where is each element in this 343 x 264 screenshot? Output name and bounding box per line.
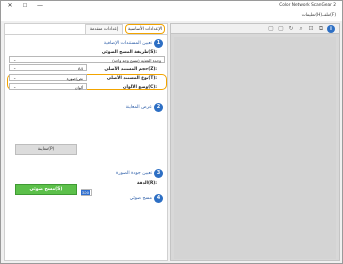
tab-basic-settings[interactable]: الإعدادات الأساسية <box>125 24 165 34</box>
section-1-label: تعيين المستندات الإضافية <box>103 40 152 46</box>
step-1-badge: 1 <box>154 38 163 48</box>
delete-icon[interactable]: ▢ <box>267 25 275 33</box>
step-3-badge: 3 <box>154 168 163 178</box>
preview-canvas[interactable] <box>174 37 336 259</box>
scangear-window: ✕ ☐ — Color Network ScanGear 2 ملف(F) تع… <box>0 0 343 264</box>
preview-toolbar: i ⧉ ⊡ ⌕ ↻ ▢ ▢ <box>171 24 339 34</box>
maximize-window-button[interactable]: ☐ <box>18 2 32 10</box>
resolution-label: الدقة(R): <box>137 181 157 186</box>
chevron-down-icon: ⌄ <box>13 75 17 80</box>
color-mode-label: وضع الألوان(C): <box>122 85 157 90</box>
doc-type-select[interactable]: نص/صورة ⌄ <box>9 74 87 81</box>
section-3-label: تعيين جودة الصورة <box>115 170 152 176</box>
menu-bar: ملف(F) تعليمات(H) <box>1 12 342 21</box>
color-mode-select[interactable]: ألوان ⌄ <box>9 83 87 90</box>
zoom-icon[interactable]: ⌕ <box>297 25 305 33</box>
select-all-icon[interactable]: ▢ <box>277 25 285 33</box>
scan-button[interactable]: مسح ضوئي(S) <box>15 184 77 195</box>
preview-button[interactable]: معاينة(P) <box>15 144 77 155</box>
tab-advanced-settings[interactable]: إعدادات متقدمة <box>85 24 123 34</box>
scan-method-select[interactable]: وحدة التغذية (مسح وجه واحد) ⌄ <box>9 56 165 63</box>
section-preview: 2 عرض المعاينة <box>126 102 163 112</box>
chevron-down-icon: ⌄ <box>83 190 86 194</box>
resolution-select[interactable]: 300 ⌄ <box>80 189 92 196</box>
step-2-badge: 2 <box>154 102 163 112</box>
rotate-icon[interactable]: ↻ <box>287 25 295 33</box>
doc-type-label: نوع المستند الأصلي(T): <box>106 76 157 81</box>
section-original-settings: 1 تعيين المستندات الإضافية <box>104 38 163 48</box>
chevron-down-icon: ⌄ <box>13 57 17 62</box>
doc-size-select[interactable]: A4 ⌄ <box>9 64 87 71</box>
info-icon[interactable]: i <box>327 25 335 33</box>
doc-size-value: A4 <box>77 65 83 71</box>
crop-icon[interactable]: ⊡ <box>307 25 315 33</box>
copy-icon[interactable]: ⧉ <box>317 25 325 33</box>
minimize-window-button[interactable]: — <box>33 2 47 10</box>
section-scan: 4 مسح ضوئي <box>130 193 163 203</box>
scan-method-label: طريقة المسح الضوئي(S): <box>101 50 157 55</box>
section-4-label: مسح ضوئي <box>129 195 152 201</box>
section-image-quality: 3 تعيين جودة الصورة <box>116 168 163 178</box>
title-bar: ✕ ☐ — Color Network ScanGear 2 <box>1 1 342 12</box>
close-window-button[interactable]: ✕ <box>3 2 17 10</box>
app-title: Color Network ScanGear 2 <box>279 3 336 8</box>
preview-panel: i ⧉ ⊡ ⌕ ↻ ▢ ▢ <box>170 23 340 261</box>
chevron-down-icon: ⌄ <box>13 84 17 89</box>
menu-help[interactable]: تعليمات(H) <box>302 13 322 18</box>
scan-method-value: وحدة التغذية (مسح وجه واحد) <box>112 57 161 63</box>
section-2-label: عرض المعاينة <box>125 104 152 110</box>
chevron-down-icon: ⌄ <box>13 65 17 70</box>
step-4-badge: 4 <box>154 193 163 203</box>
doc-type-value: نص/صورة <box>66 75 83 81</box>
doc-size-label: حجم المستند الأصلي(Z): <box>104 67 157 72</box>
menu-file[interactable]: ملف(F) <box>322 13 336 18</box>
settings-panel: الإعدادات الأساسية إعدادات متقدمة 1 تعيي… <box>4 23 168 261</box>
color-mode-value: ألوان <box>74 84 83 90</box>
tab-divider <box>5 34 167 35</box>
